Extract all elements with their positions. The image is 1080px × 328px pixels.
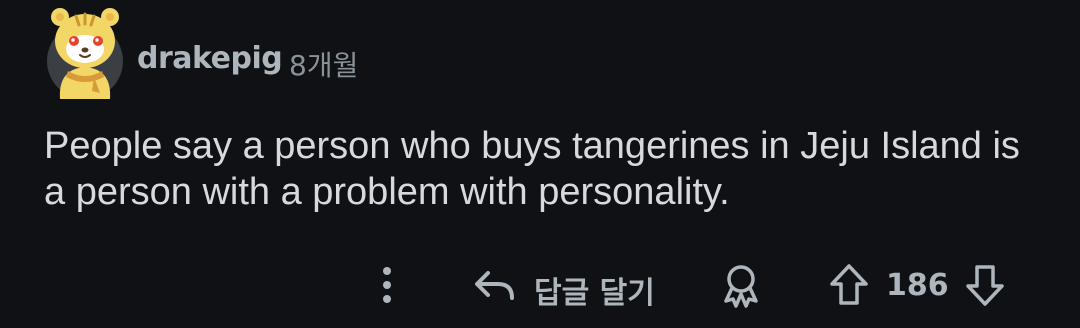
comment-timestamp: 8개월 (289, 49, 359, 82)
award-icon[interactable] (718, 261, 764, 309)
reply-button[interactable]: 답글 달기 (468, 259, 678, 311)
author-username[interactable]: drakepig (137, 41, 283, 76)
more-vertical-icon[interactable] (372, 263, 402, 307)
vote-count: 186 (886, 268, 949, 303)
comment-action-bar: 답글 달기 186 (0, 255, 1080, 315)
upvote-arrow-icon[interactable] (826, 261, 872, 309)
comment: drakepig 8개월 People say a person who buy… (0, 0, 1080, 328)
reply-arrow-icon (475, 271, 514, 300)
reply-label: 답글 달기 (534, 276, 655, 311)
comment-body: People say a person who buys tangerines … (44, 125, 1020, 213)
avatar[interactable] (46, 3, 124, 101)
downvote-arrow-icon[interactable] (962, 261, 1008, 309)
